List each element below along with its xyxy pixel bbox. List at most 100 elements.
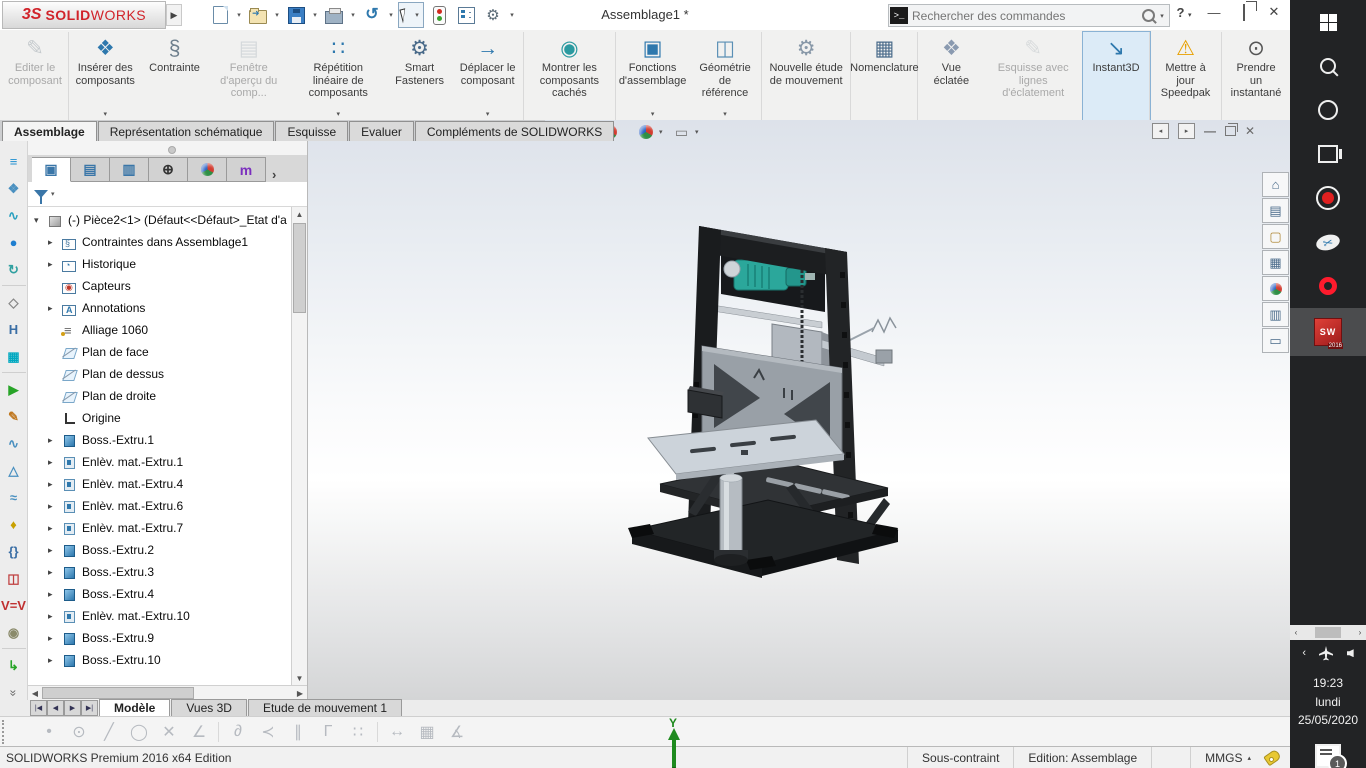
sketch-tool-icon[interactable]: ≺ — [253, 722, 283, 742]
new-document-button[interactable] — [208, 3, 232, 27]
save-caret[interactable]: ▾ — [311, 11, 319, 19]
pane-right-button[interactable]: ▸ — [1178, 123, 1195, 139]
expand-collapse-icon[interactable] — [48, 567, 61, 578]
macro-tool-button[interactable]: ♦ — [2, 512, 26, 537]
menu-flyout-arrow-icon[interactable]: ▶ — [166, 4, 182, 26]
tree-filter[interactable]: ▾ — [28, 182, 307, 207]
search-input[interactable] — [908, 9, 1142, 23]
panel-tab-overflow-chevron[interactable]: › — [272, 167, 276, 182]
expand-collapse-icon[interactable] — [48, 655, 61, 666]
sketch-tool-icon[interactable]: ↔ — [382, 723, 412, 741]
tree-item[interactable]: Plan de dessus — [28, 363, 307, 385]
ribbon-button[interactable]: ⚙ Smart Fasteners ▾ — [387, 32, 453, 120]
restore-button[interactable] — [1234, 5, 1254, 20]
tree-item[interactable]: Historique — [28, 253, 307, 275]
command-tab[interactable]: Evaluer — [349, 121, 414, 141]
ribbon-button[interactable]: ▤ Fenêtre d'aperçu du comp... ▾ — [208, 32, 290, 120]
panel-splitter-handle[interactable] — [28, 141, 307, 155]
expand-collapse-icon[interactable] — [48, 589, 61, 600]
ribbon-button[interactable]: ✎ Editer le composant ▾ — [2, 32, 69, 120]
tree-item[interactable]: Enlèv. mat.-Extru.7 — [28, 517, 307, 539]
ribbon-dropdown-caret[interactable]: ▾ — [337, 111, 341, 119]
macro-tool-button[interactable]: ◇ — [2, 290, 26, 315]
taskbar-clock[interactable]: 19:23 lundi 25/05/2020 — [1298, 674, 1358, 730]
task-pane-tab[interactable]: ▭ — [1262, 328, 1289, 353]
scroll-up-arrow[interactable]: ▲ — [296, 207, 304, 221]
sketch-tool-icon[interactable]: ∡ — [442, 722, 472, 742]
ribbon-button[interactable]: ↘ Instant3D ▾ — [1083, 32, 1150, 120]
view-tool-icon[interactable] — [632, 122, 659, 141]
recorder-app-button[interactable] — [1290, 176, 1366, 220]
macro-tool-button[interactable]: △ — [2, 458, 26, 483]
doc-restore-button[interactable] — [1225, 126, 1236, 136]
ribbon-button[interactable]: ⚙ Nouvelle étude de mouvement ▾ — [762, 32, 851, 120]
tab-scroll-button[interactable]: ◀ — [47, 700, 64, 716]
3d-model-assembly[interactable] — [626, 212, 916, 612]
tree-item[interactable]: Enlèv. mat.-Extru.10 — [28, 605, 307, 627]
sketch-tool-icon[interactable]: ∥ — [283, 722, 313, 742]
tree-item[interactable]: Origine — [28, 407, 307, 429]
macro-tool-button[interactable]: ● — [2, 230, 26, 255]
expand-collapse-icon[interactable] — [34, 215, 47, 226]
macro-tool-button[interactable]: ↻ — [2, 257, 26, 286]
options-list-button[interactable] — [454, 3, 478, 27]
panel-tab[interactable]: m — [227, 157, 266, 182]
undo-button[interactable]: ↺ — [360, 3, 384, 27]
ribbon-dropdown-caret[interactable]: ▾ — [651, 111, 655, 119]
ribbon-button[interactable]: ▦ Nomenclature ▾ — [851, 32, 918, 120]
tree-item[interactable]: Boss.-Extru.3 — [28, 561, 307, 583]
sketch-tool-icon[interactable]: ∂ — [223, 723, 253, 741]
tree-item[interactable]: Enlèv. mat.-Extru.1 — [28, 451, 307, 473]
sketch-tool-icon[interactable]: ✕ — [154, 722, 184, 742]
tag-icon[interactable] — [1263, 749, 1282, 767]
macro-tool-button[interactable]: ≡ — [2, 149, 26, 174]
tree-item[interactable]: Enlèv. mat.-Extru.4 — [28, 473, 307, 495]
expand-collapse-icon[interactable] — [48, 435, 61, 446]
panel-tab[interactable]: ⊕ — [149, 157, 188, 182]
tree-item[interactable]: Boss.-Extru.1 — [28, 429, 307, 451]
ribbon-button[interactable]: ◫ Géométrie de référence ▾ — [689, 32, 762, 120]
ribbon-button[interactable]: § Contrainte ▾ — [142, 32, 208, 120]
panel-tab[interactable]: ▥ — [110, 157, 149, 182]
macro-tool-button[interactable]: ◉ — [2, 620, 26, 649]
panel-tab[interactable]: ▤ — [71, 157, 110, 182]
ribbon-button[interactable]: ⚠ Mettre à jour Speedpak ▾ — [1150, 32, 1222, 120]
sketch-tool-icon[interactable]: • — [34, 723, 64, 741]
expand-collapse-icon[interactable] — [48, 303, 61, 314]
settings-button[interactable]: ⚙ — [481, 3, 505, 27]
expand-collapse-icon[interactable] — [48, 633, 61, 644]
macro-tool-button[interactable]: ∿ — [2, 203, 26, 228]
sketch-tool-icon[interactable]: Γ — [313, 723, 343, 741]
tree-root-item[interactable]: (-) Pièce2<1> (Défaut<<Défaut>_Etat d'a — [28, 209, 307, 231]
undo-caret[interactable]: ▾ — [387, 11, 395, 19]
task-pane-tab[interactable] — [1262, 276, 1289, 301]
command-tab[interactable]: Représentation schématique — [98, 121, 275, 141]
tree-item[interactable]: Alliage 1060 — [28, 319, 307, 341]
sketch-tool-icon[interactable]: ╱ — [94, 722, 124, 742]
units-selector[interactable]: MMGS▴ — [1190, 747, 1265, 768]
settings-caret[interactable]: ▾ — [508, 11, 516, 19]
airplane-mode-icon[interactable] — [1318, 645, 1334, 661]
action-center-button[interactable]: 1 — [1315, 744, 1341, 768]
expand-collapse-icon[interactable] — [48, 611, 61, 622]
scroll-right-arrow[interactable]: › — [1354, 628, 1366, 637]
task-pane-tab[interactable]: ▥ — [1262, 302, 1289, 327]
macro-tool-button[interactable]: ▶ — [2, 377, 26, 402]
macro-tool-button[interactable]: {} — [2, 539, 26, 564]
macro-tool-button[interactable]: ❖ — [2, 176, 26, 201]
tab-scroll-button[interactable]: |◀ — [30, 700, 47, 716]
model-tab[interactable]: Etude de mouvement 1 — [248, 699, 402, 716]
doc-minimize-button[interactable]: — — [1204, 124, 1216, 138]
save-button[interactable] — [284, 3, 308, 27]
graphics-viewport[interactable]: Y X Z — [308, 120, 1290, 700]
tree-item[interactable]: Capteurs — [28, 275, 307, 297]
pane-left-button[interactable]: ◂ — [1152, 123, 1169, 139]
tree-item[interactable]: Plan de face — [28, 341, 307, 363]
scroll-left-arrow[interactable]: ‹ — [1290, 628, 1302, 637]
taskbar-scrollbar[interactable]: ‹ › — [1290, 625, 1366, 640]
scroll-down-arrow[interactable]: ▼ — [296, 671, 304, 685]
ribbon-button[interactable]: ❖ Insérer des composants ▾ — [69, 32, 142, 120]
select-tool-button[interactable]: ▾ — [398, 2, 424, 28]
ribbon-button[interactable]: ⊙ Prendre un instantané ▾ — [1222, 32, 1290, 120]
tree-item[interactable]: Contraintes dans Assemblage1 — [28, 231, 307, 253]
